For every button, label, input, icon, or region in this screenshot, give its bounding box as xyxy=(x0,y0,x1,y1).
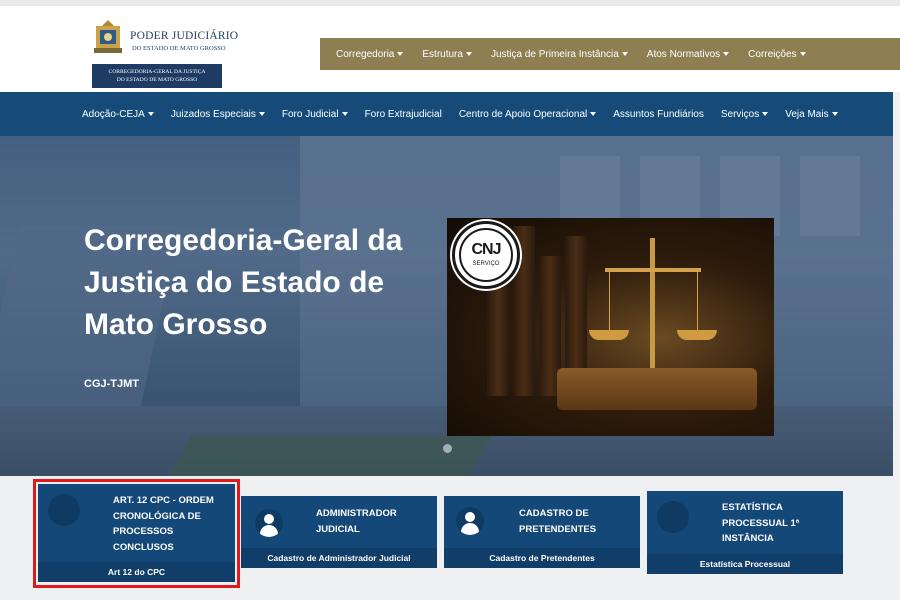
cnj-badge-sub: SERVIÇO xyxy=(472,261,500,267)
card-title: ESTATÍSTICA PROCESSUAL 1ª INSTÂNCIA xyxy=(722,502,800,544)
person-icon xyxy=(456,507,484,535)
top-header: PODER JUDICIÁRIO DO ESTADO DE MATO GROSS… xyxy=(0,0,900,92)
main-nav-centro-apoio[interactable]: Centro de Apoio Operacional xyxy=(458,108,597,120)
logo-band-line2: DO ESTADO DE MATO GROSSO xyxy=(116,77,198,83)
main-nav-label: Foro Judicial xyxy=(281,108,339,120)
closed-book xyxy=(557,368,757,410)
main-nav-assuntos-fundiarios[interactable]: Assuntos Fundiários xyxy=(613,109,704,120)
card-footer[interactable]: Cadastro de Pretendentes xyxy=(444,548,640,568)
top-nav: Corregedoria Estrutura Justiça de Primei… xyxy=(320,38,900,70)
hero-title: Corregedoria-Geral da Justiça do Estado … xyxy=(84,224,403,341)
person-icon xyxy=(255,509,283,537)
main-nav-label: Juizados Especiais xyxy=(170,108,256,120)
carousel-dot[interactable] xyxy=(443,444,452,453)
caret-down-icon xyxy=(341,111,348,116)
card-title: ADMINISTRADOR JUDICIAL xyxy=(316,508,397,535)
scale-pan xyxy=(677,330,717,340)
main-nav-label: Serviços xyxy=(720,108,760,120)
logo-subtitle: DO ESTADO DE MATO GROSSO xyxy=(132,45,226,52)
card-footer[interactable]: Cadastro de Administrador Judicial xyxy=(241,548,437,568)
card-estatistica-processual[interactable]: ESTATÍSTICA PROCESSUAL 1ª INSTÂNCIA Esta… xyxy=(647,491,843,574)
card-title: CADASTRO DE PRETENDENTES xyxy=(519,508,597,535)
top-nav-corregedoria[interactable]: Corregedoria xyxy=(336,48,404,60)
main-nav: Adoção-CEJA Juizados Especiais Foro Judi… xyxy=(0,92,893,136)
scale-pan xyxy=(589,330,629,340)
main-nav-label: Veja Mais xyxy=(785,108,829,120)
top-nav-label: Corregedoria xyxy=(336,48,395,60)
top-nav-label: Correições xyxy=(748,48,797,60)
scale-post xyxy=(650,238,655,368)
cnj-badge-inner: CNJ SERVIÇO xyxy=(459,228,513,282)
scale-chain xyxy=(697,272,698,330)
caret-down-icon xyxy=(590,111,597,116)
cnj-badge-title: CNJ xyxy=(471,241,501,258)
hero-banner: Corregedoria-Geral da Justiça do Estado … xyxy=(0,136,893,476)
caret-down-icon xyxy=(258,111,265,116)
top-nav-estrutura[interactable]: Estrutura xyxy=(422,49,472,60)
main-nav-veja-mais[interactable]: Veja Mais xyxy=(785,108,838,120)
caret-down-icon xyxy=(799,51,806,56)
hero-subtitle: CGJ-TJMT xyxy=(84,378,139,390)
card-footer[interactable]: Estatística Processual xyxy=(647,554,843,574)
site-logo[interactable]: PODER JUDICIÁRIO DO ESTADO DE MATO GROSS… xyxy=(92,18,238,88)
scale-chain xyxy=(609,272,610,330)
top-nav-atos-normativos[interactable]: Atos Normativos xyxy=(646,48,730,60)
main-nav-juizados-especiais[interactable]: Juizados Especiais xyxy=(171,109,265,120)
caret-down-icon xyxy=(762,111,769,116)
top-nav-label: Justiça de Primeira Instância xyxy=(490,48,619,60)
crest-icon xyxy=(94,20,122,53)
main-nav-foro-judicial[interactable]: Foro Judicial xyxy=(282,109,348,120)
main-nav-label: Centro de Apoio Operacional xyxy=(458,108,588,120)
main-nav-servicos[interactable]: Serviços xyxy=(720,108,769,120)
caret-down-icon xyxy=(465,51,472,56)
logo-band: CORREGEDORIA-GERAL DA JUSTIÇA DO ESTADO … xyxy=(92,64,222,88)
card-administrador-judicial[interactable]: ADMINISTRADOR JUDICIAL Cadastro de Admin… xyxy=(241,496,437,568)
top-nav-primeira-instancia[interactable]: Justiça de Primeira Instância xyxy=(491,49,628,60)
logo-band-line1: CORREGEDORIA-GERAL DA JUSTIÇA xyxy=(108,69,206,75)
main-nav-foro-extrajudicial[interactable]: Foro Extrajudicial xyxy=(365,109,442,120)
circle-icon xyxy=(657,501,689,533)
main-nav-label: Foro Extrajudicial xyxy=(364,108,442,120)
logo-title: PODER JUDICIÁRIO xyxy=(130,30,239,42)
caret-down-icon xyxy=(621,51,628,56)
main-nav-label: Assuntos Fundiários xyxy=(613,108,704,120)
caret-down-icon xyxy=(831,111,838,116)
logo-top: PODER JUDICIÁRIO DO ESTADO DE MATO GROSS… xyxy=(92,18,238,60)
main-nav-label: Adoção-CEJA xyxy=(82,108,145,120)
main-nav-adocao-ceja[interactable]: Adoção-CEJA xyxy=(82,109,154,120)
top-nav-label: Estrutura xyxy=(422,48,463,60)
cnj-badge: CNJ SERVIÇO xyxy=(452,221,520,289)
top-nav-label: Atos Normativos xyxy=(646,48,721,60)
caret-down-icon xyxy=(147,111,154,116)
caret-down-icon xyxy=(397,51,404,56)
scale-beam xyxy=(605,268,701,272)
caret-down-icon xyxy=(723,51,730,56)
card-cadastro-pretendentes[interactable]: CADASTRO DE PRETENDENTES Cadastro de Pre… xyxy=(444,496,640,568)
selection-highlight xyxy=(33,479,240,588)
top-nav-correicoes[interactable]: Correições xyxy=(748,48,806,60)
